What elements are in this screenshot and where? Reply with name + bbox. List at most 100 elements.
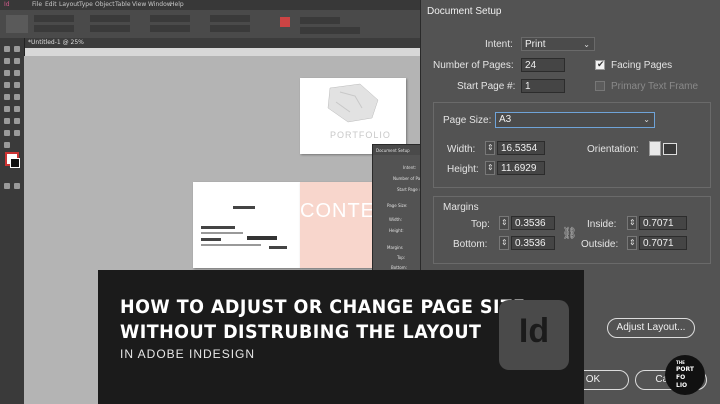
page-size-select[interactable]: A3 ⌄ [495,112,655,128]
scale-y-field[interactable] [150,25,190,32]
height-stepper[interactable]: ⇕ [485,161,495,175]
top-margin-stepper[interactable]: ⇕ [499,216,509,230]
inside-margin-field[interactable]: 0.7071 [639,216,687,230]
pages-field[interactable]: 24 [521,58,565,72]
intent-label: Intent: [485,39,513,50]
banner-subtitle: IN ADOBE INDESIGN [120,347,256,361]
stepper-arrows-icon: ⇕ [501,238,508,247]
portfolio-brand-logo: THE PORT FO LIO [665,355,705,395]
direct-selection-tool-icon[interactable] [14,46,20,52]
text-bar [201,244,261,246]
free-transform-tool-icon[interactable] [14,106,20,112]
shear-field[interactable] [210,25,250,32]
screen-mode-icon[interactable] [14,183,20,189]
menu-type[interactable]: Type [79,1,93,8]
width-stepper[interactable]: ⇕ [485,141,495,155]
menu-window[interactable]: Window [148,1,172,8]
document-tab[interactable]: *Untitled-1 @ 25% [24,38,420,48]
eyedropper-tool-icon[interactable] [4,130,10,136]
checkmark-icon: ✔ [597,59,605,69]
text-bar [201,232,243,234]
height-field[interactable]: 11.6929 [497,161,545,175]
facing-pages-checkbox[interactable]: ✔ [595,59,605,70]
stepper-arrows-icon: ⇕ [629,238,636,247]
pen-tool-icon[interactable] [4,82,10,88]
cover-page[interactable]: PORTFOLIO [300,78,406,154]
x-field[interactable] [34,15,74,22]
stepper-arrows-icon: ⇕ [629,218,636,227]
stroke-weight-field[interactable] [300,17,340,24]
pencil-tool-icon[interactable] [14,82,20,88]
menu-edit[interactable]: Edit [45,1,57,8]
mini-label: Margins [387,245,403,250]
indesign-logo-icon[interactable]: Id [4,1,10,8]
start-page-field[interactable]: 1 [521,79,565,93]
reference-point-icon[interactable] [6,15,28,33]
intent-select[interactable]: Print ⌄ [521,37,595,51]
h-field[interactable] [90,25,130,32]
text-bar [269,246,287,249]
stepper-arrows-icon: ⇕ [501,218,508,227]
outside-margin-label: Outside: [581,239,619,250]
gap-tool-icon[interactable] [14,58,20,64]
menu-layout[interactable]: Layout [59,1,79,8]
adjust-layout-button[interactable]: Adjust Layout... [607,318,695,338]
top-margin-field[interactable]: 0.3536 [511,216,555,230]
width-field[interactable]: 16.5354 [497,141,545,155]
mini-label: Page Size: [387,203,408,208]
stepper-arrows-icon: ⇕ [487,163,494,172]
hand-tool-icon[interactable] [14,130,20,136]
cover-title: PORTFOLIO [330,130,391,140]
note-tool-icon[interactable] [14,118,20,124]
indesign-logo-icon: Id [499,300,569,370]
w-field[interactable] [90,15,130,22]
brand-line: LIO [676,382,688,389]
rectangle-tool-icon[interactable] [14,94,20,100]
menu-file[interactable]: File [32,1,42,8]
primary-text-frame-checkbox[interactable] [595,81,605,91]
document-tab-label: *Untitled-1 @ 25% [28,39,84,46]
control-panel [0,10,420,39]
bottom-margin-stepper[interactable]: ⇕ [499,236,509,250]
menu-object[interactable]: Object [95,1,115,8]
scissors-tool-icon[interactable] [4,106,10,112]
width-label: Width: [447,144,476,155]
gradient-tool-icon[interactable] [4,118,10,124]
spread-left-page[interactable] [193,182,300,268]
page-tool-icon[interactable] [4,58,10,64]
fill-swatch-icon[interactable] [280,17,290,27]
mini-label: Width: [389,217,402,222]
outside-margin-field[interactable]: 0.7071 [639,236,687,250]
line-tool-icon[interactable] [14,70,20,76]
menu-view[interactable]: View [132,1,146,8]
y-field[interactable] [34,25,74,32]
rotate-field[interactable] [210,15,250,22]
inside-margin-stepper[interactable]: ⇕ [627,216,637,230]
menu-table[interactable]: Table [115,1,131,8]
text-bar [247,236,277,240]
landscape-orientation-icon[interactable] [663,143,677,155]
stroke-color-icon[interactable] [10,158,20,168]
orientation-label: Orientation: [587,144,639,155]
inside-margin-label: Inside: [587,219,617,230]
start-page-label: Start Page #: [457,81,516,92]
portrait-orientation-icon[interactable] [649,141,661,156]
outside-margin-stepper[interactable]: ⇕ [627,236,637,250]
scale-x-field[interactable] [150,15,190,22]
pages-label: Number of Pages: [433,60,514,71]
menu-help[interactable]: Help [170,1,184,8]
page-size-label: Page Size: [443,115,492,126]
brand-line: FO [676,374,686,381]
zoom-tool-icon[interactable] [4,142,10,148]
primary-text-frame-label: Primary Text Frame [611,81,699,92]
selection-tool-icon[interactable] [4,46,10,52]
link-margins-icon[interactable]: ⛓ [562,226,577,240]
tools-panel [0,38,25,404]
type-tool-icon[interactable] [4,70,10,76]
mini-label: Height: [389,228,404,233]
bottom-margin-field[interactable]: 0.3536 [511,236,555,250]
stroke-type-field[interactable] [300,27,360,34]
indesign-logo-text: Id [518,312,550,350]
view-mode-icon[interactable] [4,183,10,189]
rectangle-frame-tool-icon[interactable] [4,94,10,100]
